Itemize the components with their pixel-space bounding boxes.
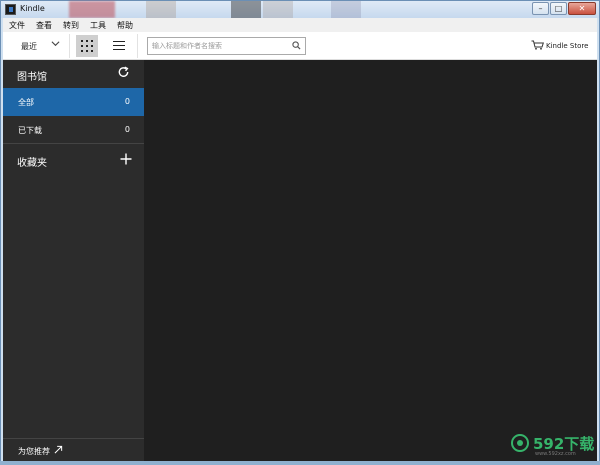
sidebar-item-label: 全部 <box>18 98 34 107</box>
search-icon[interactable] <box>292 41 301 50</box>
maximize-button[interactable]: □ <box>550 2 567 15</box>
list-view-button[interactable] <box>111 38 127 54</box>
sidebar: 图书馆 全部 0 已下载 0 收藏夹 为您推荐 <box>3 60 144 462</box>
blurred-background <box>69 1 115 18</box>
sidebar-item-label: 已下载 <box>18 126 42 135</box>
list-line-icon <box>113 49 125 50</box>
sidebar-item-all[interactable]: 全部 0 <box>3 88 144 116</box>
grid-dot-icon <box>86 40 88 42</box>
sync-icon[interactable] <box>117 66 130 79</box>
sidebar-divider <box>3 438 144 439</box>
kindle-app-icon <box>5 4 16 15</box>
close-button[interactable]: ✕ <box>568 2 596 15</box>
external-link-icon[interactable] <box>54 445 63 454</box>
sidebar-item-count: 0 <box>124 125 130 134</box>
list-line-icon <box>113 41 125 42</box>
blurred-background <box>146 1 176 18</box>
library-title: 图书馆 <box>17 72 47 83</box>
sort-dropdown[interactable]: 最近 <box>21 41 37 52</box>
grid-dot-icon <box>81 50 83 52</box>
menu-file[interactable]: 文件 <box>9 20 25 31</box>
toolbar-divider <box>137 34 138 58</box>
list-line-icon <box>113 45 125 46</box>
kindle-store-link[interactable]: Kindle Store <box>531 40 588 52</box>
menu-view[interactable]: 查看 <box>36 20 52 31</box>
collections-title: 收藏夹 <box>17 158 47 169</box>
toolbar: 最近 输入标题和作者名搜索 Kindle Store <box>3 32 597 60</box>
sidebar-item-downloaded[interactable]: 已下载 0 <box>3 116 144 144</box>
menu-goto[interactable]: 转到 <box>63 20 79 31</box>
window-title: Kindle <box>20 4 45 13</box>
watermark-logo: 592下载 www.592xz.com <box>507 431 597 459</box>
chevron-down-icon[interactable] <box>51 39 60 51</box>
taskbar-strip <box>0 461 600 465</box>
blurred-background <box>231 1 261 18</box>
blurred-background <box>263 1 293 18</box>
grid-dot-icon <box>91 45 93 47</box>
library-content-area[interactable] <box>144 60 597 462</box>
cart-icon <box>531 40 544 52</box>
blurred-background <box>331 1 361 18</box>
grid-dot-icon <box>91 40 93 42</box>
menu-help[interactable]: 帮助 <box>117 20 133 31</box>
sidebar-divider <box>3 143 144 144</box>
caption-buttons: – □ ✕ <box>532 2 596 15</box>
search-input[interactable] <box>152 40 288 52</box>
menu-bar: 文件 查看 转到 工具 帮助 <box>3 18 597 32</box>
watermark-subtext: www.592xz.com <box>535 451 576 457</box>
kindle-store-label: Kindle Store <box>546 42 589 50</box>
grid-dot-icon <box>81 40 83 42</box>
grid-dot-icon <box>86 45 88 47</box>
sidebar-item-count: 0 <box>124 97 130 106</box>
menu-tools[interactable]: 工具 <box>90 20 106 31</box>
minimize-button[interactable]: – <box>532 2 549 15</box>
grid-dot-icon <box>91 50 93 52</box>
recommendations-link[interactable]: 为您推荐 <box>18 446 50 457</box>
kindle-window: Kindle – □ ✕ 文件 查看 转到 工具 帮助 最近 输入标题和作者名搜… <box>0 0 600 465</box>
grid-view-button[interactable] <box>76 35 98 57</box>
search-box <box>147 37 306 55</box>
grid-dot-icon <box>86 50 88 52</box>
grid-dot-icon <box>81 45 83 47</box>
title-bar[interactable]: Kindle – □ ✕ <box>1 1 599 18</box>
toolbar-divider <box>69 34 70 58</box>
watermark-circle-icon <box>511 434 529 452</box>
add-collection-icon[interactable] <box>120 153 132 165</box>
